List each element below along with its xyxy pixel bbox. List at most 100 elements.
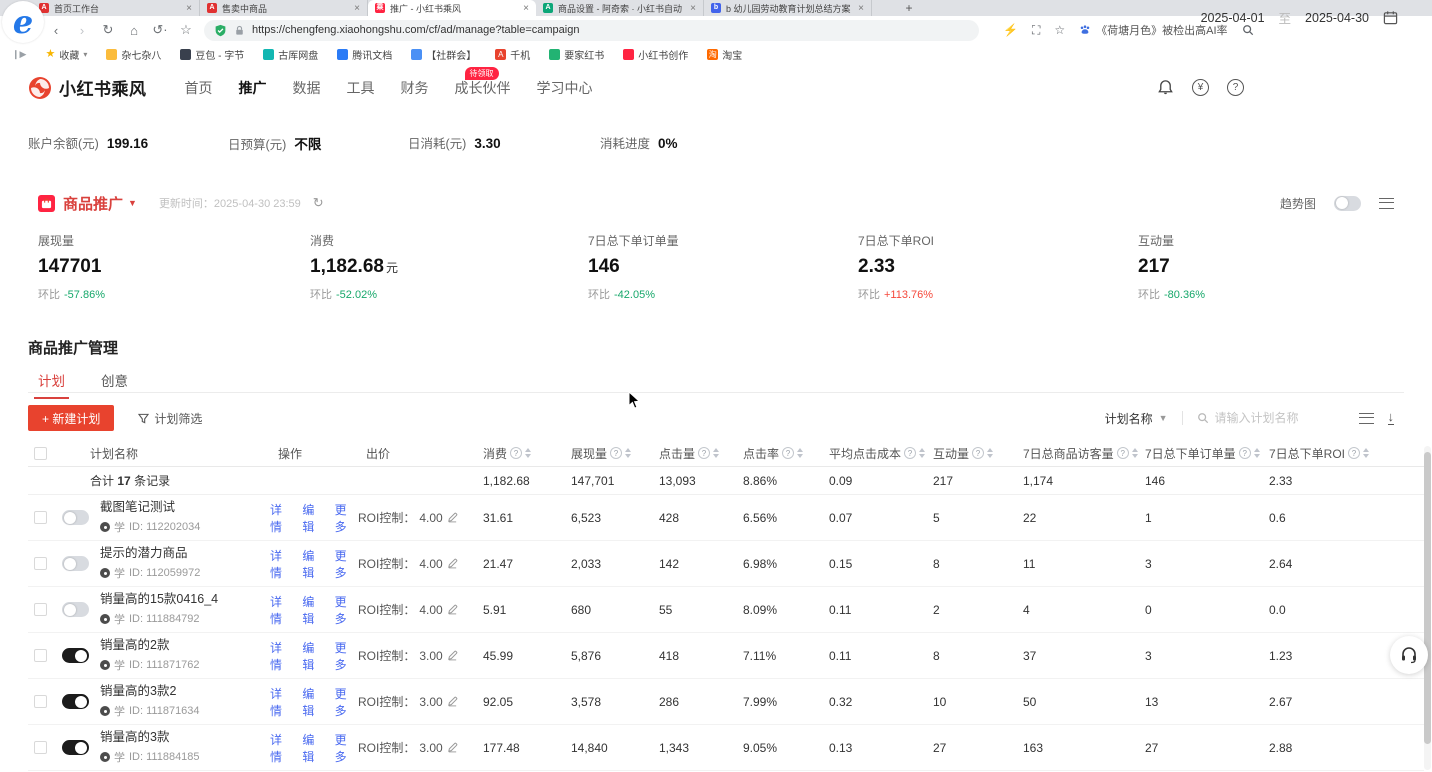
detail-link[interactable]: 详情: [270, 731, 293, 765]
edit-bid-pencil-icon[interactable]: [447, 604, 458, 615]
new-tab-button[interactable]: +: [898, 0, 920, 16]
bookmarks-expand-icon[interactable]: ❙▶: [12, 49, 26, 60]
sort-icon[interactable]: [797, 448, 803, 458]
more-link[interactable]: 更多: [335, 731, 358, 765]
trend-chart-toggle[interactable]: [1334, 196, 1361, 211]
plan-search[interactable]: [1197, 411, 1345, 425]
bookmark-item[interactable]: A 千机: [495, 47, 530, 62]
edit-bid-pencil-icon[interactable]: [447, 558, 458, 569]
menu-item[interactable]: 推广: [239, 78, 267, 98]
col-engagement[interactable]: 互动量?: [920, 445, 1010, 462]
help-icon[interactable]: ?: [1239, 447, 1251, 459]
more-link[interactable]: 更多: [335, 593, 358, 627]
edit-link[interactable]: 编辑: [302, 639, 325, 673]
browser-tab[interactable]: A 售卖中商品 ×: [200, 0, 368, 16]
sort-icon[interactable]: [713, 448, 719, 458]
help-icon[interactable]: ?: [698, 447, 710, 459]
refresh-data-icon[interactable]: ↻: [313, 195, 324, 211]
more-link[interactable]: 更多: [335, 501, 358, 535]
bookmark-item[interactable]: 【社群会】: [411, 47, 476, 62]
back-icon[interactable]: ‹: [48, 23, 64, 38]
date-to[interactable]: 2025-04-30: [1305, 11, 1369, 25]
bookmark-item[interactable]: ★ 收藏 ▾: [45, 47, 87, 62]
refresh-icon[interactable]: ↻: [100, 22, 116, 38]
edit-link[interactable]: 编辑: [302, 547, 325, 581]
plan-name[interactable]: 销量高的3款2: [100, 684, 270, 699]
browser-tab[interactable]: A 首页工作台 ×: [32, 0, 200, 16]
edit-bid-pencil-icon[interactable]: [447, 650, 458, 661]
chevron-down-icon[interactable]: ▼: [128, 198, 137, 208]
col-visitors[interactable]: 7日总商品访客量?: [1010, 445, 1132, 462]
col-orders[interactable]: 7日总下单订单量?: [1132, 445, 1256, 462]
tab-close-icon[interactable]: ×: [354, 3, 360, 14]
browser-tab[interactable]: A 商品设置 - 阿奇索 · 小红书自动 ×: [536, 0, 704, 16]
more-link[interactable]: 更多: [335, 685, 358, 719]
table-scrollbar[interactable]: [1424, 446, 1431, 770]
browser-tab[interactable]: b b 幼儿园劳动教育计划总结方案 ×: [704, 0, 872, 16]
notifications-bell-icon[interactable]: [1157, 79, 1174, 96]
menu-item[interactable]: 学习中心: [537, 78, 593, 98]
col-clicks[interactable]: 点击量?: [646, 445, 730, 462]
detail-link[interactable]: 详情: [270, 593, 293, 627]
edit-link[interactable]: 编辑: [302, 731, 325, 765]
edit-link[interactable]: 编辑: [302, 685, 325, 719]
tab-close-icon[interactable]: ×: [858, 3, 864, 14]
tab-close-icon[interactable]: ×: [523, 3, 529, 14]
home-icon[interactable]: ⌂: [126, 23, 142, 38]
plan-name[interactable]: 提示的潜力商品: [100, 546, 270, 561]
plan-search-input[interactable]: [1215, 411, 1345, 425]
more-link[interactable]: 更多: [335, 639, 358, 673]
bookmark-item[interactable]: 要家红书: [549, 47, 604, 62]
forward-icon[interactable]: ›: [74, 23, 90, 38]
menu-item[interactable]: 数据: [293, 78, 321, 98]
help-icon[interactable]: ?: [1348, 447, 1360, 459]
row-checkbox[interactable]: [34, 557, 47, 570]
detail-link[interactable]: 详情: [270, 501, 293, 535]
screenshot-icon[interactable]: ⛶: [1032, 23, 1040, 38]
help-icon[interactable]: ?: [904, 447, 916, 459]
edit-bid-pencil-icon[interactable]: [447, 742, 458, 753]
column-settings-icon[interactable]: [1359, 413, 1374, 424]
boost-icon[interactable]: ⚡: [1003, 23, 1018, 37]
scrollbar-thumb[interactable]: [1424, 452, 1431, 744]
plan-name[interactable]: 截图笔记测试: [100, 500, 270, 515]
row-checkbox[interactable]: [34, 649, 47, 662]
manage-tab[interactable]: 计划: [38, 370, 65, 399]
edit-link[interactable]: 编辑: [302, 593, 325, 627]
tab-close-icon[interactable]: ×: [690, 3, 696, 14]
favorite-page-icon[interactable]: ☆: [178, 22, 194, 38]
browser-tab[interactable]: 乘 推广 - 小红书乘风 ×: [368, 0, 536, 16]
customer-service-button[interactable]: [1390, 636, 1428, 674]
date-from[interactable]: 2025-04-01: [1201, 11, 1265, 25]
plan-filter-button[interactable]: 计划筛选: [138, 410, 202, 427]
new-plan-button[interactable]: + 新建计划: [28, 405, 114, 431]
manage-tab[interactable]: 创意: [101, 370, 128, 399]
menu-item[interactable]: 首页: [185, 78, 213, 98]
help-icon[interactable]: ?: [1227, 79, 1244, 96]
sort-icon[interactable]: [625, 448, 631, 458]
tab-close-icon[interactable]: ×: [186, 3, 192, 14]
menu-item[interactable]: 财务: [401, 78, 429, 98]
date-range-picker[interactable]: 2025-04-01 至 2025-04-30: [1201, 8, 1398, 27]
detail-link[interactable]: 详情: [270, 639, 293, 673]
address-bar[interactable]: https://chengfeng.xiaohongshu.com/cf/ad/…: [204, 20, 979, 41]
star-icon[interactable]: ☆: [1054, 23, 1065, 37]
bookmark-item[interactable]: 古厍网盘: [263, 47, 318, 62]
bookmark-item[interactable]: 豆包 - 字节: [180, 47, 244, 62]
calendar-icon[interactable]: [1383, 10, 1398, 25]
bookmark-item[interactable]: 小红书创作: [623, 47, 688, 62]
restore-icon[interactable]: ↺·: [152, 22, 168, 38]
plan-enable-toggle[interactable]: [62, 602, 89, 617]
col-impressions[interactable]: 展现量?: [558, 445, 646, 462]
sort-icon[interactable]: [525, 448, 531, 458]
plan-name[interactable]: 销量高的2款: [100, 638, 270, 653]
edit-bid-pencil-icon[interactable]: [447, 696, 458, 707]
app-logo[interactable]: 小红书乘风: [28, 75, 147, 100]
plan-enable-toggle[interactable]: [62, 556, 89, 571]
help-icon[interactable]: ?: [782, 447, 794, 459]
row-checkbox[interactable]: [34, 511, 47, 524]
row-checkbox[interactable]: [34, 603, 47, 616]
menu-item[interactable]: 成长伙伴 待领取: [455, 78, 511, 98]
help-icon[interactable]: ?: [610, 447, 622, 459]
edit-bid-pencil-icon[interactable]: [447, 512, 458, 523]
